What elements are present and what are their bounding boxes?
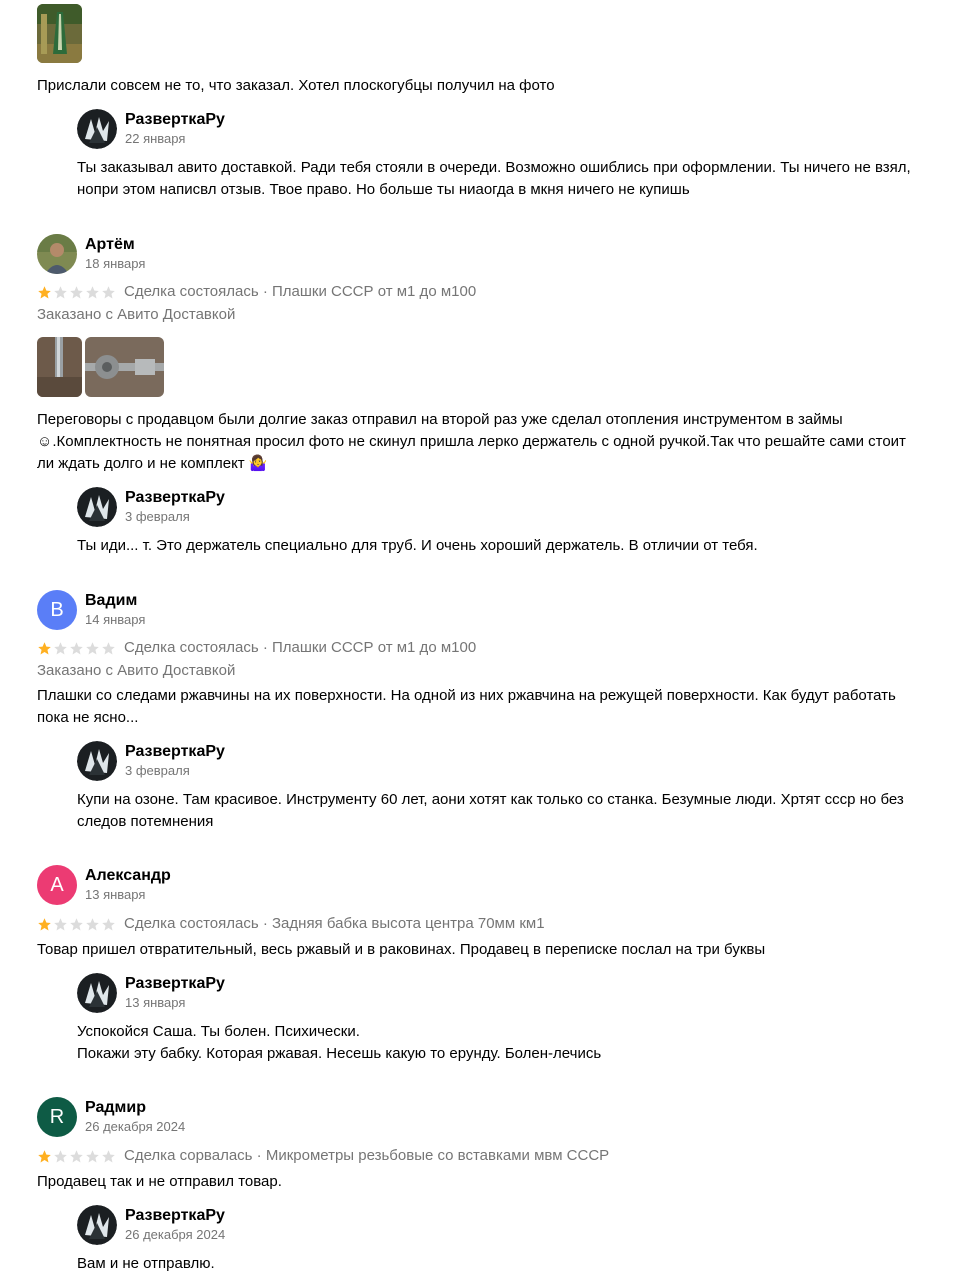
reply-text: Ты заказывал авито доставкой. Ради тебя … bbox=[77, 159, 911, 198]
seller-name[interactable]: РазверткаРу bbox=[125, 488, 225, 508]
reply-text: Ты иди... т. Это держатель специально дл… bbox=[77, 537, 758, 554]
rating-row: Сделка состоялась · Задняя бабка высота … bbox=[37, 913, 545, 935]
star-empty-icon bbox=[54, 917, 67, 930]
seller-reply: РазверткаРу 26 декабря 2024 bbox=[77, 1205, 225, 1245]
seller-avatar[interactable] bbox=[77, 1205, 117, 1245]
reviews-page: Прислали совсем не то, что заказал. Хоте… bbox=[0, 0, 960, 1278]
rating-row: Сделка сорвалась · Микрометры резьбовые … bbox=[37, 1145, 609, 1167]
delivery-label: Заказано с Авито Доставкой bbox=[37, 306, 236, 323]
user-avatar[interactable] bbox=[37, 234, 77, 274]
seller-avatar[interactable] bbox=[77, 487, 117, 527]
review-photos bbox=[37, 337, 164, 397]
deal-meta: Сделка состоялась · Задняя бабка высота … bbox=[124, 915, 545, 932]
review-date: 13 января bbox=[85, 887, 146, 902]
reply-text: Успокойся Саша. Ты болен. Психически. По… bbox=[77, 1023, 602, 1062]
deal-meta: Сделка состоялась · Плашки СССР от м1 до… bbox=[124, 639, 477, 656]
rating-stars bbox=[37, 1149, 116, 1164]
review-photo[interactable] bbox=[37, 337, 82, 397]
review-item: R Радмир 26 декабря 2024 bbox=[37, 1097, 185, 1137]
user-name[interactable]: Александр bbox=[85, 866, 171, 886]
seller-reply: РазверткаРу 3 февраля bbox=[77, 741, 225, 781]
reply-text: Купи на озоне. Там красивое. Инструменту… bbox=[77, 791, 904, 830]
review-date: 18 января bbox=[85, 256, 146, 271]
review-text: Прислали совсем не то, что заказал. Хоте… bbox=[37, 77, 555, 94]
star-empty-icon bbox=[86, 917, 99, 930]
seller-reply: РазверткаРу 13 января bbox=[77, 973, 225, 1013]
star-empty-icon bbox=[54, 641, 67, 654]
review-photo[interactable] bbox=[85, 337, 164, 397]
star-empty-icon bbox=[70, 641, 83, 654]
rating-row: Сделка состоялась · Плашки СССР от м1 до… bbox=[37, 637, 476, 659]
star-empty-icon bbox=[102, 917, 115, 930]
star-filled-icon bbox=[38, 917, 51, 930]
user-name[interactable]: Артём bbox=[85, 235, 145, 255]
seller-reply: РазверткаРу 3 февраля bbox=[77, 487, 225, 527]
review-item: В Вадим 14 января bbox=[37, 590, 145, 630]
star-empty-icon bbox=[54, 1149, 67, 1162]
reply-date: 26 декабря 2024 bbox=[125, 1227, 226, 1242]
rating-stars bbox=[37, 641, 116, 656]
star-empty-icon bbox=[70, 285, 83, 298]
seller-name[interactable]: РазверткаРу bbox=[125, 742, 225, 762]
user-name[interactable]: Радмир bbox=[85, 1098, 185, 1118]
seller-reply: РазверткаРу 22 января bbox=[77, 109, 225, 149]
review-date: 26 декабря 2024 bbox=[85, 1119, 186, 1134]
star-empty-icon bbox=[70, 1149, 83, 1162]
star-filled-icon bbox=[38, 1149, 51, 1162]
user-name[interactable]: Вадим bbox=[85, 591, 145, 611]
deal-meta: Сделка состоялась · Плашки СССР от м1 до… bbox=[124, 283, 477, 300]
deal-meta: Сделка сорвалась · Микрометры резьбовые … bbox=[124, 1147, 610, 1164]
star-empty-icon bbox=[102, 1149, 115, 1162]
reply-date: 22 января bbox=[125, 131, 186, 146]
user-avatar[interactable]: А bbox=[37, 865, 77, 905]
rating-stars bbox=[37, 285, 116, 300]
reply-date: 3 февраля bbox=[125, 509, 190, 524]
review-date: 14 января bbox=[85, 612, 146, 627]
review-text: Продавец так и не отправил товар. bbox=[37, 1173, 282, 1190]
reply-date: 3 февраля bbox=[125, 763, 190, 778]
seller-name[interactable]: РазверткаРу bbox=[125, 110, 225, 130]
seller-avatar[interactable] bbox=[77, 741, 117, 781]
star-empty-icon bbox=[70, 917, 83, 930]
star-empty-icon bbox=[102, 285, 115, 298]
reply-date: 13 января bbox=[125, 995, 186, 1010]
star-empty-icon bbox=[86, 285, 99, 298]
review-text: Плашки со следами ржавчины на их поверхн… bbox=[37, 687, 896, 726]
review-text: Переговоры с продавцом были долгие заказ… bbox=[37, 411, 906, 472]
review-item: А Александр 13 января bbox=[37, 865, 171, 905]
review-photo[interactable] bbox=[37, 4, 82, 63]
star-filled-icon bbox=[38, 641, 51, 654]
seller-name[interactable]: РазверткаРу bbox=[125, 1206, 225, 1226]
seller-avatar[interactable] bbox=[77, 109, 117, 149]
reply-text: Вам и не отправлю. bbox=[77, 1255, 215, 1272]
star-empty-icon bbox=[102, 641, 115, 654]
star-filled-icon bbox=[38, 285, 51, 298]
rating-stars bbox=[37, 917, 116, 932]
star-empty-icon bbox=[54, 285, 67, 298]
seller-avatar[interactable] bbox=[77, 973, 117, 1013]
user-avatar[interactable]: R bbox=[37, 1097, 77, 1137]
seller-name[interactable]: РазверткаРу bbox=[125, 974, 225, 994]
delivery-label: Заказано с Авито Доставкой bbox=[37, 662, 236, 679]
star-empty-icon bbox=[86, 641, 99, 654]
user-avatar[interactable]: В bbox=[37, 590, 77, 630]
star-empty-icon bbox=[86, 1149, 99, 1162]
rating-row: Сделка состоялась · Плашки СССР от м1 до… bbox=[37, 281, 476, 303]
review-item: Артём 18 января bbox=[37, 234, 145, 274]
review-text: Товар пришел отвратительный, весь ржавый… bbox=[37, 941, 766, 958]
